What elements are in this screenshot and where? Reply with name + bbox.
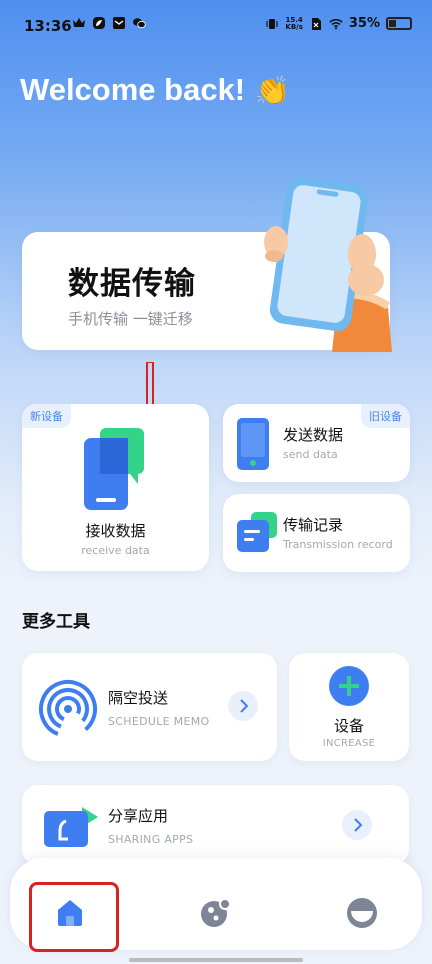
transmission-record-label-en: Transmission record — [283, 538, 393, 551]
airdrop-label-en: SCHEDULE MEMO — [108, 715, 210, 728]
clapping-hands-icon: 👏 — [255, 74, 291, 106]
annotation-highlight-box — [29, 882, 119, 952]
profile-icon — [347, 898, 377, 928]
send-phone-icon — [237, 418, 269, 470]
device-label-en: INCREASE — [322, 738, 376, 749]
sharing-apps-label-en: SHARING APPS — [108, 833, 194, 846]
banner-title: 数据传输 — [68, 266, 196, 302]
notification-icons — [72, 16, 146, 30]
welcome-heading: Welcome back! 👏 — [20, 72, 290, 108]
banner-subtitle: 手机传输 一键迁移 — [68, 310, 193, 328]
send-data-card[interactable]: 旧设备 发送数据 send data — [223, 404, 410, 482]
airdrop-chevron-button[interactable] — [228, 691, 258, 721]
airdrop-icon — [39, 680, 97, 738]
send-data-label-en: send data — [283, 448, 338, 461]
sharing-apps-card[interactable]: 分享应用 SHARING APPS — [22, 785, 409, 865]
leaf-app-icon — [93, 17, 105, 29]
receive-data-card[interactable]: 新设备 接收数据 receive data — [22, 404, 209, 571]
net-speed-unit: KB/s — [285, 22, 303, 31]
new-device-tag: 新设备 — [22, 404, 71, 428]
status-right: 15.4 KB/s 35% — [265, 16, 412, 31]
discover-icon — [201, 898, 231, 927]
receive-phone-icon — [84, 428, 144, 510]
welcome-text: Welcome back! — [20, 72, 246, 107]
sim-icon — [311, 17, 321, 30]
net-speed: 15.4 KB/s — [285, 16, 303, 31]
receive-data-label: 接收数据 — [85, 522, 146, 540]
crown-icon — [73, 18, 85, 27]
battery-text: 35% — [348, 16, 380, 31]
wifi-icon — [329, 18, 343, 29]
send-data-label: 发送数据 — [283, 426, 344, 444]
battery-icon — [386, 17, 412, 30]
wechat-icon — [133, 18, 146, 29]
airdrop-card[interactable]: 隔空投送 SCHEDULE MEMO — [22, 653, 277, 761]
message-app-icon — [113, 17, 125, 29]
share-app-icon — [44, 807, 98, 847]
status-bar: 13:36 15.4 KB/s 35% — [0, 0, 432, 52]
airdrop-label: 隔空投送 — [108, 689, 169, 707]
add-icon — [329, 666, 369, 706]
receive-data-label-en: receive data — [81, 544, 150, 557]
nav-discover-tab[interactable] — [196, 892, 236, 932]
status-time: 13:36 — [24, 17, 72, 35]
gesture-bar[interactable] — [129, 958, 303, 962]
old-device-tag: 旧设备 — [361, 404, 410, 428]
chevron-right-icon — [240, 699, 249, 713]
transmission-record-label: 传输记录 — [283, 516, 344, 534]
record-icon — [237, 512, 277, 552]
chevron-right-icon — [354, 818, 363, 832]
sharing-apps-label: 分享应用 — [108, 807, 169, 825]
more-tools-heading: 更多工具 — [22, 612, 90, 632]
transmission-record-card[interactable]: 传输记录 Transmission record — [223, 494, 410, 572]
nav-profile-tab[interactable] — [342, 892, 382, 932]
device-label: 设备 — [333, 717, 364, 735]
device-card[interactable]: 设备 INCREASE — [289, 653, 409, 761]
hand-holding-phone-illustration — [264, 176, 392, 352]
sharing-apps-chevron-button[interactable] — [342, 810, 372, 840]
vibrate-icon — [266, 18, 278, 29]
